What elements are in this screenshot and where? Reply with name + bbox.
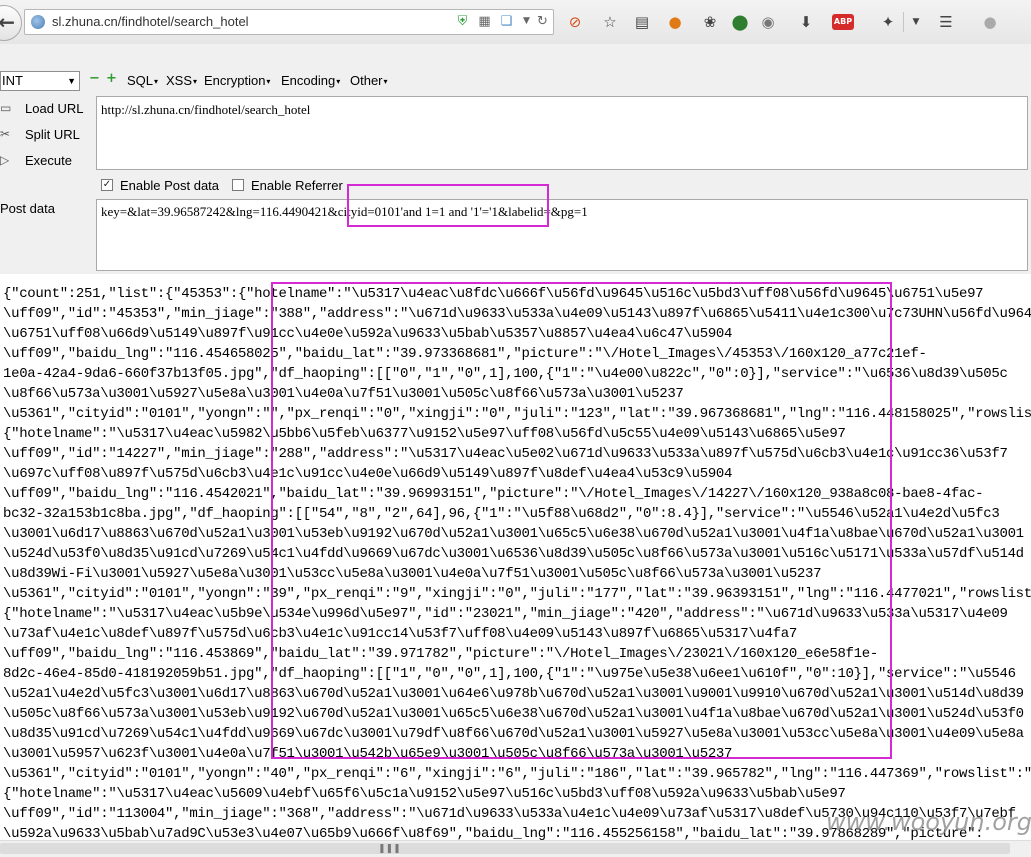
shield-icon[interactable]: ⛨ bbox=[455, 14, 470, 29]
play-icon: ▷ bbox=[0, 153, 10, 167]
reader-icon[interactable]: ▤ bbox=[632, 12, 652, 32]
load-url-label: Load URL bbox=[25, 101, 84, 116]
response-line: \u5361","cityid":"0101","yongn":"40","px… bbox=[3, 766, 1031, 782]
menu-xss[interactable]: XSS▾ bbox=[166, 73, 197, 88]
fox-icon[interactable]: ● bbox=[665, 12, 685, 32]
qr-icon[interactable]: ▦ bbox=[477, 14, 492, 29]
block-icon[interactable]: ⊘ bbox=[565, 12, 585, 32]
back-arrow-icon[interactable]: ← bbox=[0, 5, 22, 41]
plus-icon[interactable]: + bbox=[106, 72, 117, 85]
split-url-label: Split URL bbox=[25, 127, 80, 142]
type-select[interactable]: INT ▼ bbox=[0, 71, 80, 91]
download-icon[interactable]: ⬇ bbox=[796, 12, 816, 32]
checkbox-unchecked-icon[interactable] bbox=[232, 179, 244, 191]
highlight-box-injection bbox=[347, 184, 549, 227]
execute-label: Execute bbox=[25, 153, 72, 168]
browser-toolbar: ← sl.zhuna.cn/findhotel/search_hotel ⛨ ▦… bbox=[0, 0, 1031, 45]
caret-icon: ▾ bbox=[154, 77, 159, 86]
globe-icon bbox=[31, 15, 45, 29]
type-select-value: INT bbox=[2, 73, 23, 88]
caret-icon: ▾ bbox=[383, 77, 388, 86]
caret-icon: ▾ bbox=[336, 77, 341, 86]
reload-icon[interactable]: ↻ bbox=[535, 14, 550, 29]
wand-icon[interactable]: ✦ bbox=[878, 12, 898, 32]
post-data-label: Post data bbox=[0, 201, 55, 216]
post-data-textarea[interactable]: key=&lat=39.96587242&lng=116.4490421&cit… bbox=[96, 199, 1028, 271]
minus-icon[interactable]: − bbox=[89, 72, 100, 85]
abp-icon[interactable]: ABP bbox=[832, 14, 854, 30]
url-textarea[interactable]: http://sl.zhuna.cn/findhotel/search_hote… bbox=[96, 96, 1028, 170]
palette-icon[interactable]: ❀ bbox=[700, 12, 720, 32]
chevron-down-icon[interactable]: ▼ bbox=[906, 12, 926, 32]
menu-other[interactable]: Other▾ bbox=[350, 73, 388, 88]
caret-icon: ▾ bbox=[193, 77, 198, 86]
grip-icon: ❚❚❚ bbox=[378, 844, 401, 854]
watermark: www.wooyun.org bbox=[826, 808, 1031, 836]
checkbox-checked-icon[interactable]: ✓ bbox=[101, 179, 113, 191]
user-icon[interactable]: ● bbox=[980, 12, 1000, 32]
toolbar-separator bbox=[903, 12, 904, 32]
share-icon[interactable]: ❑ bbox=[499, 14, 514, 29]
scrollbar-thumb[interactable] bbox=[0, 843, 1010, 854]
scissors-icon: ✂ bbox=[0, 127, 11, 141]
menu-sql[interactable]: SQL▾ bbox=[127, 73, 158, 88]
menu-encoding[interactable]: Encoding▾ bbox=[281, 73, 340, 88]
address-url: sl.zhuna.cn/findhotel/search_hotel bbox=[52, 14, 249, 29]
menu-icon[interactable]: ☰ bbox=[936, 12, 956, 32]
dropdown-icon[interactable]: ▼ bbox=[519, 14, 534, 29]
star-icon[interactable]: ☆ bbox=[600, 12, 620, 32]
caret-icon: ▾ bbox=[266, 77, 271, 86]
enable-referrer-label: Enable Referrer bbox=[251, 178, 343, 193]
highlight-box-response bbox=[271, 282, 892, 759]
response-line: {"hotelname":"\u5317\u4eac\u5609\u4ebf\u… bbox=[3, 786, 846, 802]
menu-encryption[interactable]: Encryption▾ bbox=[204, 73, 270, 88]
load-icon: ▭ bbox=[0, 101, 12, 115]
globe-icon[interactable]: ◉ bbox=[758, 12, 778, 32]
chevron-down-icon: ▼ bbox=[67, 76, 76, 86]
horizontal-scrollbar[interactable]: ❚❚❚ bbox=[0, 840, 1031, 857]
address-bar[interactable]: sl.zhuna.cn/findhotel/search_hotel ⛨ ▦ ❑… bbox=[24, 9, 554, 35]
circle-icon[interactable]: ⬤ bbox=[730, 12, 750, 32]
enable-post-label: Enable Post data bbox=[120, 178, 220, 193]
